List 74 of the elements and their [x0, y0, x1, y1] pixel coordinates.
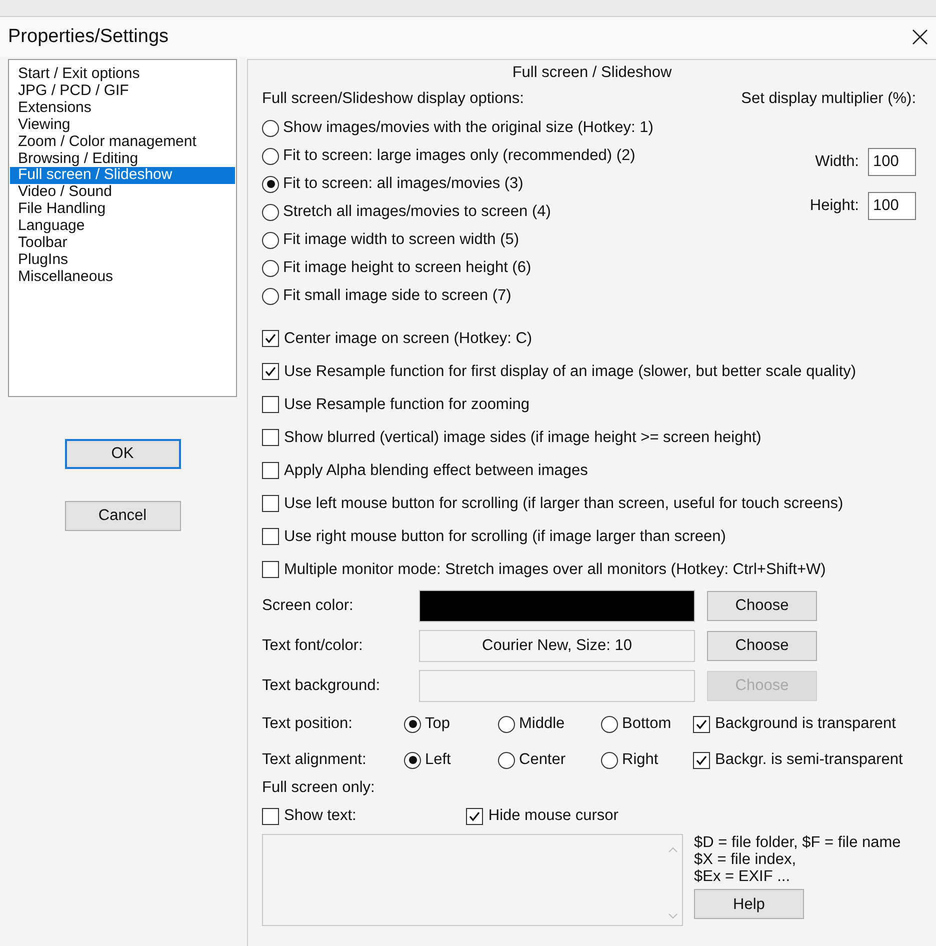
checkbox-label: Use Resample function for first display of an image (slower, but better scale quality) — [284, 362, 856, 380]
radio-option[interactable]: Center — [498, 747, 601, 773]
checkbox[interactable] — [262, 561, 279, 578]
checkbox[interactable] — [262, 396, 279, 413]
radio-option[interactable]: Fit to screen: large images only (recommended) (2) — [262, 142, 654, 170]
category-item[interactable]: Full screen / Slideshow — [10, 167, 235, 184]
radio-option[interactable]: Fit to screen: all images/movies (3) — [262, 170, 654, 198]
section-label: Full screen only: — [262, 779, 375, 797]
radio-option[interactable]: Fit image width to screen width (5) — [262, 226, 654, 254]
radio-option[interactable]: Stretch all images/movies to screen (4) — [262, 198, 654, 226]
field-label: Text font/color: — [262, 637, 364, 655]
field-label: Text alignment: — [262, 751, 368, 769]
help-text: $D = file folder, $F = file name — [694, 834, 901, 851]
checkbox-label: Use right mouse button for scrolling (if image larger than screen) — [284, 528, 726, 546]
category-item[interactable]: Browsing / Editing — [10, 150, 235, 168]
category-item[interactable]: JPG / PCD / GIF — [10, 82, 235, 100]
field-label: Screen color: — [262, 597, 354, 615]
checkbox[interactable] — [693, 752, 710, 768]
category-item[interactable]: Zoom / Color management — [10, 134, 235, 151]
help-text: $Ex = EXIF ... — [694, 868, 790, 885]
checkbox[interactable] — [466, 808, 484, 824]
help-button[interactable]: Help — [694, 889, 804, 919]
category-item[interactable]: Viewing — [10, 116, 235, 134]
category-item[interactable]: Miscellaneous — [10, 268, 235, 286]
checkbox[interactable] — [262, 495, 279, 512]
category-item[interactable]: Language — [10, 218, 235, 236]
options-label: Full screen/Slideshow display options: — [262, 90, 524, 108]
number-field[interactable]: 100 — [868, 192, 916, 220]
radio-option[interactable]: Fit small image side to screen (7) — [262, 282, 654, 310]
checkbox-label: Use Resample function for zooming — [284, 396, 530, 414]
checkbox-label: Multiple monitor mode: Stretch images over all monitors (Hotkey: Ctrl+Shift+W) — [284, 560, 826, 578]
field-label: Text position: — [262, 715, 354, 733]
radio-option[interactable]: Left — [404, 747, 498, 773]
field-label: Width: — [815, 153, 859, 171]
help-text: $X = file index, — [694, 851, 796, 868]
checkbox-label: Center image on screen (Hotkey: C) — [284, 330, 532, 348]
choose-button[interactable]: Choose — [707, 631, 817, 661]
category-item[interactable]: Video / Sound — [10, 184, 235, 202]
checkbox-label: Hide mouse cursor — [488, 807, 618, 825]
checkbox[interactable] — [262, 528, 279, 545]
checkbox-label: Show blurred (vertical) image sides (if image height >= screen height) — [284, 428, 762, 446]
radio-option[interactable]: Bottom — [601, 711, 693, 737]
number-field[interactable]: 100 — [868, 148, 916, 176]
close-icon[interactable] — [912, 29, 928, 45]
category-item[interactable]: Start / Exit options — [10, 66, 235, 83]
checkbox[interactable] — [262, 363, 279, 380]
cancel-button[interactable]: Cancel — [64, 501, 180, 531]
checkbox[interactable] — [262, 462, 279, 479]
radio-option[interactable]: Top — [404, 711, 498, 737]
checkbox[interactable] — [693, 716, 710, 732]
checkbox[interactable] — [262, 429, 279, 446]
category-item[interactable]: Toolbar — [10, 235, 235, 252]
radio-option[interactable]: Show images/movies with the original size (Hotkey: 1) — [262, 114, 654, 142]
checkbox-label: Show text: — [284, 807, 356, 825]
checkbox[interactable] — [262, 330, 279, 347]
checkbox-label: Background is transparent — [715, 715, 896, 733]
category-item[interactable]: PlugIns — [10, 252, 235, 269]
radio-option[interactable]: Middle — [498, 711, 601, 737]
choose-button[interactable]: Choose — [707, 591, 817, 621]
radio-option[interactable]: Right — [601, 747, 693, 773]
field-label: Height: — [810, 197, 859, 215]
field-label: Text background: — [262, 677, 382, 695]
category-item[interactable]: Extensions — [10, 100, 235, 117]
window-title: Properties/Settings — [8, 26, 169, 48]
radio-option[interactable]: Fit image height to screen height (6) — [262, 254, 654, 282]
checkbox[interactable] — [262, 808, 279, 824]
ok-button[interactable]: OK — [64, 439, 180, 469]
checkbox-label: Backgr. is semi-transparent — [715, 751, 903, 769]
category-item[interactable]: File Handling — [10, 201, 235, 218]
checkbox-label: Apply Alpha blending effect between images — [284, 462, 588, 480]
panel-title: Full screen / Slideshow — [512, 64, 672, 81]
multiplier-label: Set display multiplier (%): — [741, 90, 916, 108]
font-field: Courier New, Size: 10 — [419, 630, 695, 662]
checkbox-label: Use left mouse button for scrolling (if larger than screen, useful for touch screens) — [284, 494, 844, 512]
